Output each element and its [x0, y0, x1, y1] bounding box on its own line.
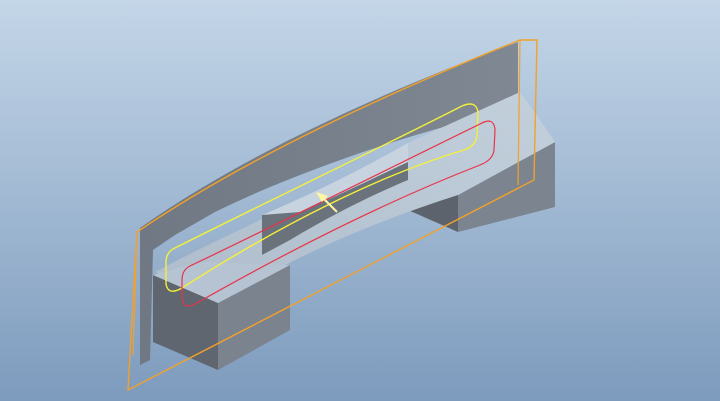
model-canvas[interactable]	[0, 0, 720, 401]
3d-graphics-viewport[interactable]	[0, 0, 720, 401]
